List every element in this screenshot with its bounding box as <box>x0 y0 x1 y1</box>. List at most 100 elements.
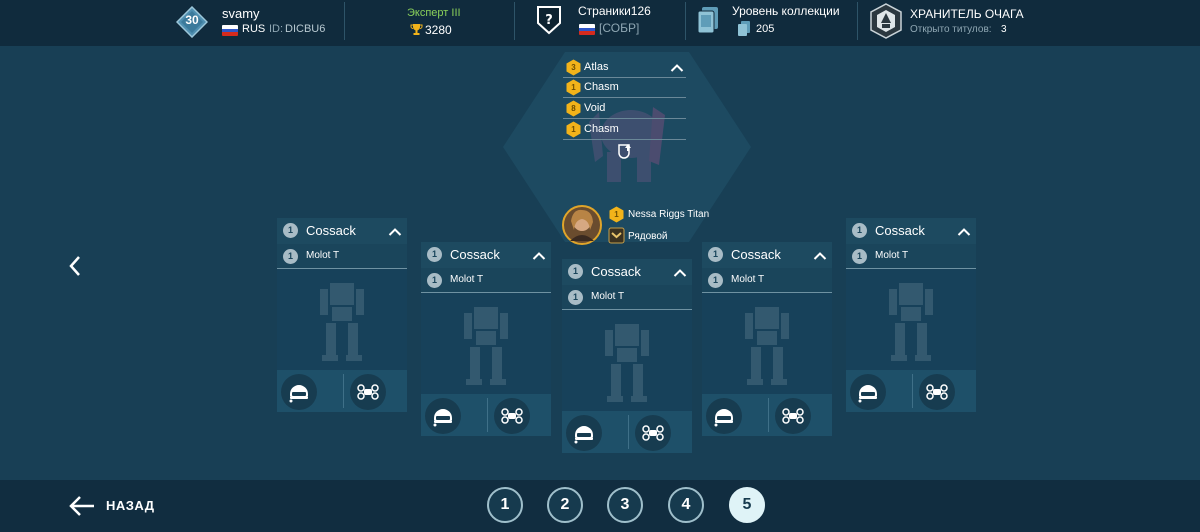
pilot-helmet-slot-icon[interactable] <box>706 398 742 434</box>
titles-unlocked-count: 3 <box>1001 24 1007 35</box>
russia-flag-icon <box>579 24 595 35</box>
weapon-name: Molot T <box>731 274 765 285</box>
collection-level: 205 <box>756 23 775 35</box>
trophy-icon <box>410 23 423 41</box>
russia-flag-icon <box>222 25 238 36</box>
weapon-level-badge: 1 <box>708 273 723 288</box>
drone-slot-icon[interactable] <box>494 398 530 434</box>
clan-tag: [СОБР] <box>599 21 640 35</box>
page-4-button[interactable]: 4 <box>668 487 704 523</box>
robot-name: Cossack <box>591 264 641 279</box>
trophy-count: 3280 <box>425 23 452 37</box>
robot-preview[interactable] <box>277 269 407 370</box>
weapon-name: Molot T <box>450 274 484 285</box>
robot-preview[interactable] <box>702 293 832 394</box>
shield-upgrade-icon[interactable] <box>617 143 633 166</box>
robot-level-badge: 1 <box>708 247 723 262</box>
player-id-label: ID: <box>269 23 284 35</box>
title-emblem-icon[interactable] <box>869 3 903 44</box>
weapon-row[interactable]: 1 Molot T <box>421 268 551 293</box>
pilot-name[interactable]: Nessa Riggs Titan <box>628 209 709 220</box>
robot-header[interactable]: 1 Cossack <box>562 259 692 285</box>
equipment-slots <box>277 370 407 412</box>
title-name[interactable]: ХРАНИТЕЛЬ ОЧАГА <box>910 7 1024 21</box>
robot-preview[interactable] <box>421 293 551 394</box>
drone-slot-icon[interactable] <box>775 398 811 434</box>
header-divider <box>857 2 858 40</box>
weapon-name: Molot T <box>591 291 625 302</box>
collection-small-icon <box>737 21 751 41</box>
robot-preview[interactable] <box>846 269 976 370</box>
module-row[interactable]: 1 Chasm <box>563 78 686 98</box>
collapse-chevron-up-icon[interactable] <box>532 251 546 261</box>
player-name[interactable]: svamy <box>222 6 260 21</box>
page-5-button[interactable]: 5 <box>729 487 765 523</box>
pilot-rank: Рядовой <box>628 231 668 242</box>
pilot-helmet-slot-icon[interactable] <box>850 374 886 410</box>
weapon-row[interactable]: 1 Molot T <box>562 285 692 310</box>
collapse-chevron-up-icon[interactable] <box>813 251 827 261</box>
robot-level-badge: 1 <box>283 223 298 238</box>
back-label: НАЗАД <box>106 498 155 513</box>
slot-divider <box>343 374 344 408</box>
weapon-level-badge: 1 <box>568 290 583 305</box>
collection-cards-icon[interactable] <box>696 6 720 39</box>
svg-text:?: ? <box>545 13 553 28</box>
drone-slot-icon[interactable] <box>919 374 955 410</box>
pilot-level-badge: 1 <box>608 206 625 223</box>
league-name[interactable]: Эксперт III <box>407 7 461 19</box>
clan-emblem-icon[interactable]: ? <box>536 5 562 40</box>
robot-header[interactable]: 1 Cossack <box>277 218 407 244</box>
collapse-chevron-up-icon[interactable] <box>388 227 402 237</box>
collection-label: Уровень коллекции <box>732 4 840 18</box>
robot-name: Cossack <box>875 223 925 238</box>
module-name: Chasm <box>584 81 619 93</box>
module-level-badge: 3 <box>565 59 582 76</box>
robot-name: Cossack <box>731 247 781 262</box>
module-row[interactable]: 8 Void <box>563 99 686 119</box>
back-button[interactable]: НАЗАД <box>68 492 168 520</box>
player-country: RUS <box>242 23 266 35</box>
page-2-button[interactable]: 2 <box>547 487 583 523</box>
pilot-avatar[interactable] <box>562 205 602 245</box>
clan-name[interactable]: Страники126 <box>578 4 651 18</box>
weapon-row[interactable]: 1 Molot T <box>846 244 976 269</box>
pilot-helmet-slot-icon[interactable] <box>566 415 602 451</box>
slot-divider <box>487 398 488 432</box>
robot-level-badge: 1 <box>427 247 442 262</box>
robot-silhouette-icon <box>739 301 795 387</box>
page-3-button[interactable]: 3 <box>607 487 643 523</box>
module-row[interactable]: 3 Atlas <box>563 58 686 78</box>
page-1-button[interactable]: 1 <box>487 487 523 523</box>
slot-divider <box>628 415 629 449</box>
pilot-helmet-slot-icon[interactable] <box>281 374 317 410</box>
weapon-row[interactable]: 1 Molot T <box>702 268 832 293</box>
robot-silhouette-icon <box>883 277 939 363</box>
header-divider <box>514 2 515 40</box>
weapon-row[interactable]: 1 Molot T <box>277 244 407 269</box>
previous-arrow-icon[interactable] <box>64 252 90 282</box>
collapse-chevron-up-icon[interactable] <box>673 268 687 278</box>
module-row[interactable]: 1 Chasm <box>563 120 686 140</box>
robot-name: Cossack <box>306 223 356 238</box>
weapon-name: Molot T <box>306 250 340 261</box>
weapon-level-badge: 1 <box>852 249 867 264</box>
robot-silhouette-icon <box>458 301 514 387</box>
bottom-navigation-bar <box>0 480 1200 532</box>
equipment-slots <box>421 394 551 436</box>
drone-slot-icon[interactable] <box>635 415 671 451</box>
robot-silhouette-icon <box>599 318 655 404</box>
pilot-helmet-slot-icon[interactable] <box>425 398 461 434</box>
robot-header[interactable]: 1 Cossack <box>702 242 832 268</box>
titles-unlocked-label: Открыто титулов: <box>910 24 992 35</box>
drone-slot-icon[interactable] <box>350 374 386 410</box>
collapse-chevron-up-icon[interactable] <box>957 227 971 237</box>
top-status-bar: 30 svamy RUS ID: DICBU6 Эксперт III 3280… <box>0 0 1200 46</box>
weapon-name: Molot T <box>875 250 909 261</box>
robot-header[interactable]: 1 Cossack <box>421 242 551 268</box>
slot-divider <box>912 374 913 408</box>
module-level-badge: 1 <box>565 79 582 96</box>
module-level-badge: 1 <box>565 121 582 138</box>
robot-header[interactable]: 1 Cossack <box>846 218 976 244</box>
robot-preview[interactable] <box>562 310 692 411</box>
